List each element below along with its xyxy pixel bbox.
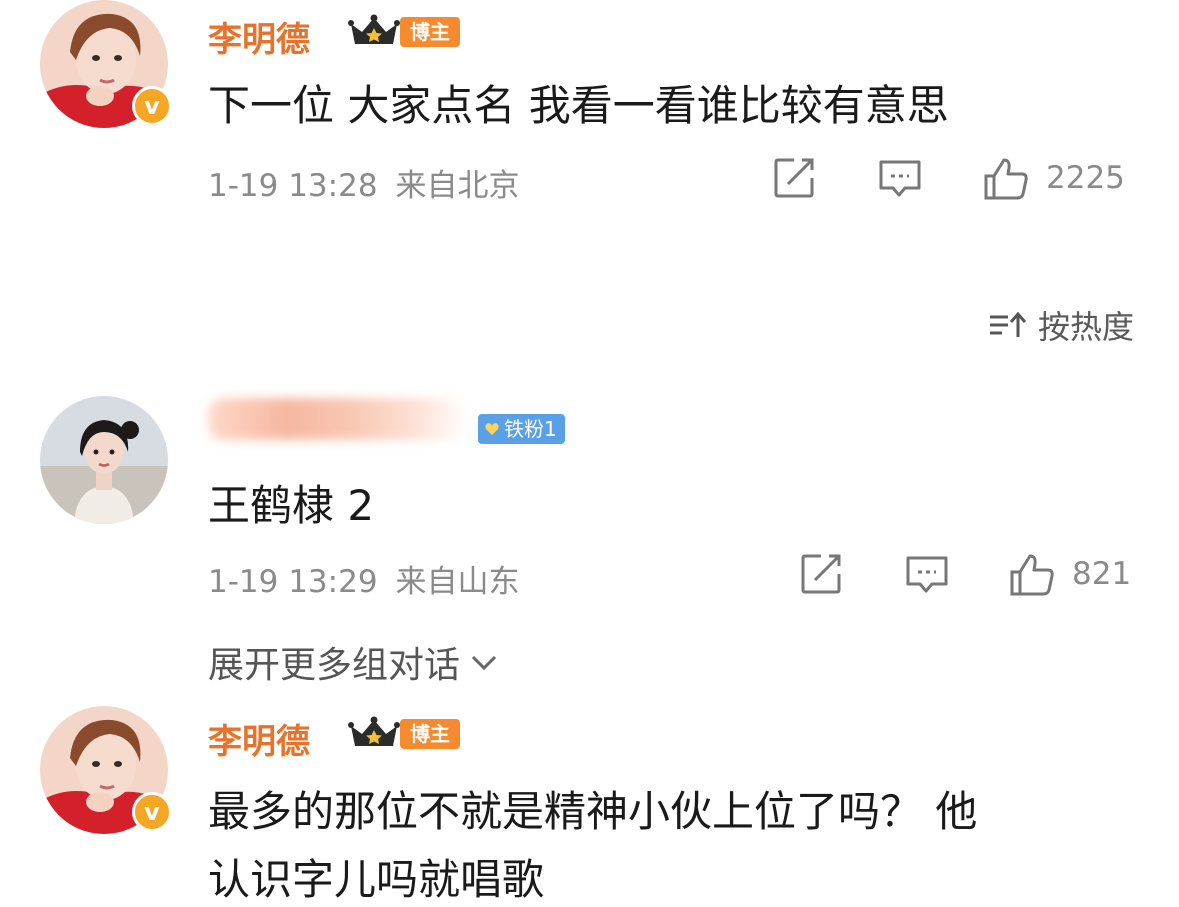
- fan-badge: 铁粉1: [478, 414, 565, 444]
- username[interactable]: 李明德: [208, 12, 310, 61]
- comment-meta: 1-19 13:29 来自山东: [208, 556, 520, 601]
- comment-icon[interactable]: [904, 554, 950, 596]
- like-icon[interactable]: [982, 156, 1030, 202]
- blogger-badge: 博主: [400, 17, 460, 47]
- heart-icon: [485, 423, 499, 435]
- blogger-badge: 博主: [400, 719, 460, 749]
- comment-text: 下一位 大家点名 我看一看谁比较有意思: [208, 81, 949, 130]
- comment-time: 1-19 13:28: [208, 168, 378, 204]
- comment-location: 来自山东: [395, 564, 520, 600]
- comment-meta: 1-19 13:28 来自北京: [208, 160, 520, 205]
- comment-text-line-2: 认识字儿吗就唱歌: [208, 855, 545, 904]
- avatar[interactable]: v: [40, 0, 172, 128]
- username-blurred[interactable]: [208, 398, 468, 440]
- sort-icon: [989, 311, 1027, 337]
- comment-text-line-1: 最多的那位不就是精神小伙上位了吗？ 他: [208, 787, 978, 836]
- share-icon[interactable]: [772, 156, 818, 200]
- share-icon[interactable]: [799, 552, 845, 596]
- chevron-down-icon: [471, 655, 497, 671]
- comment-location: 来自北京: [395, 168, 520, 204]
- comment-text: 王鹤棣 2: [208, 481, 375, 530]
- crown-icon: [348, 716, 400, 746]
- avatar[interactable]: [40, 396, 168, 524]
- verified-icon: v: [132, 792, 172, 832]
- like-count: 2225: [1046, 160, 1125, 196]
- comment-time: 1-19 13:29: [208, 564, 378, 600]
- comment-icon[interactable]: [877, 158, 923, 200]
- sort-label: 按热度: [1037, 308, 1134, 346]
- like-icon[interactable]: [1008, 552, 1056, 598]
- avatar[interactable]: v: [40, 706, 172, 834]
- crown-icon: [348, 14, 400, 44]
- like-count: 821: [1072, 556, 1132, 592]
- expand-label: 展开更多组对话: [208, 645, 461, 686]
- username[interactable]: 李明德: [208, 714, 310, 763]
- sort-by-hot-button[interactable]: 按热度: [988, 302, 1134, 348]
- expand-more-conversations-button[interactable]: 展开更多组对话: [208, 636, 498, 688]
- verified-icon: v: [132, 86, 172, 126]
